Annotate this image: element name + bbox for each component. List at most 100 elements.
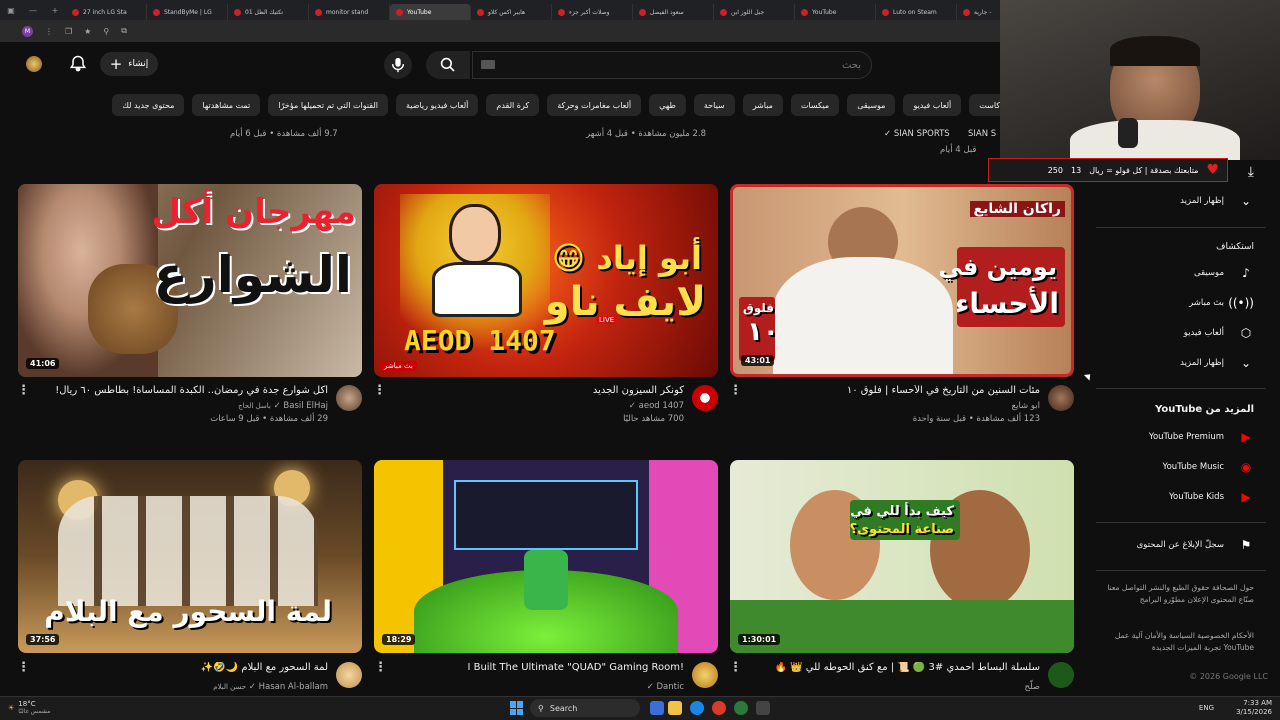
category-chip[interactable]: كرة القدم: [486, 94, 540, 116]
more-actions-icon[interactable]: ⋮: [729, 661, 742, 674]
extension-icon[interactable]: ⧉: [121, 26, 127, 36]
video-thumbnail[interactable]: كيف بدأ للي في صناعة المحتوى؟ 1:30:01: [730, 460, 1074, 653]
category-chip[interactable]: ألعاب فيديو: [903, 94, 962, 116]
tab-label: Luto on Steam: [893, 8, 937, 16]
file-explorer-icon[interactable]: [668, 701, 682, 715]
category-chip[interactable]: موسيقى: [847, 94, 896, 116]
sidebar-item-label: بث مباشر: [1189, 298, 1224, 308]
start-button-icon[interactable]: [510, 701, 524, 715]
category-chip[interactable]: ألعاب فيديو رياضية: [395, 94, 479, 116]
keyboard-icon[interactable]: [481, 60, 495, 69]
voice-search-mic-icon[interactable]: [384, 51, 412, 79]
sidebar-item-youtube-kids[interactable]: ▶ YouTube Kids: [1104, 486, 1254, 508]
video-thumbnail[interactable]: راكان الشايع يومين في الأحساء فلوق ١٠ 43…: [730, 184, 1074, 377]
clock[interactable]: 7:33 AM 3/15/2026: [1236, 699, 1272, 717]
browser-tab[interactable]: Luto on Steam: [876, 4, 957, 20]
window-menu-icon[interactable]: ▣: [0, 6, 22, 15]
category-chip[interactable]: ميكسات: [790, 94, 840, 116]
more-actions-icon[interactable]: ⋮: [374, 661, 387, 674]
video-title[interactable]: لمة السحور مع البلام 🌙🤣✨: [38, 662, 328, 673]
sidebar-item-report-history[interactable]: ⚑ سجلّ الإبلاغ عن المحتوى: [1104, 534, 1254, 556]
search-tool-icon[interactable]: ⚲: [103, 27, 109, 36]
menu-icon[interactable]: ⋮: [45, 27, 53, 36]
downloads-icon[interactable]: ⤓: [1248, 164, 1254, 180]
video-thumbnail[interactable]: لمة السحور مع البلام 37:56: [18, 460, 362, 653]
sidebar-item-youtube-music[interactable]: ◉ YouTube Music: [1104, 456, 1254, 478]
minimize-icon[interactable]: —: [22, 6, 44, 15]
channel-name[interactable]: ابو شايع: [1012, 401, 1040, 411]
task-view-icon[interactable]: [650, 701, 664, 715]
more-actions-icon[interactable]: ⋮: [729, 384, 742, 397]
video-title[interactable]: سلسلة البساط أحمدي #3 🟢 📜 | مع كنق الحوط…: [750, 662, 1041, 673]
channel-name[interactable]: Basil ElHaj ✓ باسل الحاج: [238, 401, 328, 411]
browser-tab[interactable]: 01 تكتيك الظل: [228, 4, 309, 20]
channel-name[interactable]: aeod 1407 ✓: [629, 401, 684, 411]
video-title[interactable]: أكل شوارع جدة في رمضان.. الكبدة المسأسأة…: [38, 385, 328, 396]
new-tab-icon[interactable]: +: [44, 6, 66, 15]
channel-avatar[interactable]: [692, 662, 718, 688]
category-chip[interactable]: طهي: [649, 94, 686, 116]
star-icon[interactable]: ★: [84, 27, 91, 36]
copy-icon[interactable]: ❐: [65, 27, 72, 36]
video-thumbnail[interactable]: مهرجان أكل الشوارع 41:06: [18, 184, 362, 377]
channel-avatar[interactable]: [336, 385, 362, 411]
video-thumbnail[interactable]: 18:29: [374, 460, 718, 653]
browser-tab[interactable]: 27 inch LG Sta: [66, 4, 147, 20]
channel-avatar[interactable]: [336, 662, 362, 688]
category-chip[interactable]: القنوات التي تم تحميلها مؤخرًا: [268, 94, 388, 116]
footer-links-2[interactable]: الأحكام الخصوصية السياسة والأمان آلية عم…: [1104, 630, 1254, 654]
video-title[interactable]: كونكر السيزون الجديد: [394, 385, 684, 396]
notifications-bell-icon[interactable]: [68, 54, 88, 74]
category-chip[interactable]: مباشر: [742, 94, 783, 116]
more-actions-icon[interactable]: ⋮: [17, 661, 30, 674]
tab-label: سعود الفيصل: [650, 8, 684, 16]
category-chip[interactable]: سياحة: [693, 94, 735, 116]
account-avatar[interactable]: [26, 56, 42, 72]
channel-name[interactable]: صلّح: [1024, 682, 1040, 692]
cartoon-body: [432, 262, 522, 317]
sidebar-item-music[interactable]: ♪ موسيقى: [1104, 262, 1254, 284]
streamer-shirt: [1070, 120, 1240, 160]
category-chip[interactable]: تمت مشاهدتها: [192, 94, 261, 116]
browser-tab[interactable]: YouTube: [795, 4, 876, 20]
sidebar-item-youtube-premium[interactable]: ▶ YouTube Premium: [1104, 426, 1254, 448]
channel-avatar[interactable]: [1048, 385, 1074, 411]
video-title[interactable]: I Built The Ultimate "QUAD" Gaming Room!: [394, 662, 684, 673]
more-actions-icon[interactable]: ⋮: [17, 384, 30, 397]
create-button[interactable]: + إنشاء: [100, 52, 158, 76]
browser-toolbar: M ⋮ ❐ ★ ⚲ ⧉: [0, 20, 1000, 42]
video-title[interactable]: مئات السنين من التاريخ في الأحساء | فلوق…: [750, 385, 1040, 396]
category-chip[interactable]: محتوى جديد لك: [112, 94, 185, 116]
category-chip[interactable]: ألعاب مغامرات وحركة: [547, 94, 642, 116]
browser-tab[interactable]: وصلات أكبر جزء: [552, 4, 633, 20]
channel-avatar-live[interactable]: [692, 385, 718, 411]
taskbar-search[interactable]: ⚲ Search: [530, 699, 640, 717]
channel-name[interactable]: ✓ Dantic: [647, 682, 684, 692]
channel-avatar[interactable]: [1048, 662, 1074, 688]
thumb-title-line1: كيف بدأ للي في: [850, 504, 954, 519]
video-thumbnail[interactable]: AEOD 1407 أبو إياد 😁 لايف ناو LIVE بث مب…: [374, 184, 718, 377]
browser-tab[interactable]: YouTube: [390, 4, 471, 20]
browser-tab[interactable]: سعود الفيصل: [633, 4, 714, 20]
chrome-icon[interactable]: [712, 701, 726, 715]
search-button[interactable]: [426, 51, 470, 79]
language-indicator[interactable]: ENG: [1199, 704, 1214, 712]
channel-name[interactable]: Hasan Al-ballam ✓ حسن البلام: [213, 682, 328, 692]
sidebar-item-live[interactable]: ((•)) بث مباشر: [1104, 292, 1254, 314]
profile-avatar[interactable]: M: [22, 25, 33, 37]
footer-links-1[interactable]: حول الصحافة حقوق الطبع والنشر التواصل مع…: [1104, 582, 1254, 606]
terminal-icon[interactable]: [756, 701, 770, 715]
browser-tab[interactable]: جبل اللوز ابن: [714, 4, 795, 20]
weather-widget[interactable]: ☀ 18°C مشمس غالبًا: [8, 700, 50, 716]
edge-icon[interactable]: [690, 701, 704, 715]
sidebar-show-more[interactable]: ⌄ إظهار المزيد: [1104, 352, 1254, 374]
sidebar-item-gaming[interactable]: ⬡ ألعاب فيديو: [1104, 322, 1254, 344]
browser-tab[interactable]: monitor stand: [309, 4, 390, 20]
browser-tab[interactable]: StandByMe | LG: [147, 4, 228, 20]
search-input[interactable]: [472, 51, 872, 79]
chrome-alt-icon[interactable]: [734, 701, 748, 715]
sidebar-show-more[interactable]: ⌄ إظهار المزيد: [1104, 190, 1254, 212]
more-actions-icon[interactable]: ⋮: [373, 384, 386, 397]
browser-tab[interactable]: هايبر اكس كلاو: [471, 4, 552, 20]
tab-label: جبل اللوز ابن: [731, 8, 765, 16]
